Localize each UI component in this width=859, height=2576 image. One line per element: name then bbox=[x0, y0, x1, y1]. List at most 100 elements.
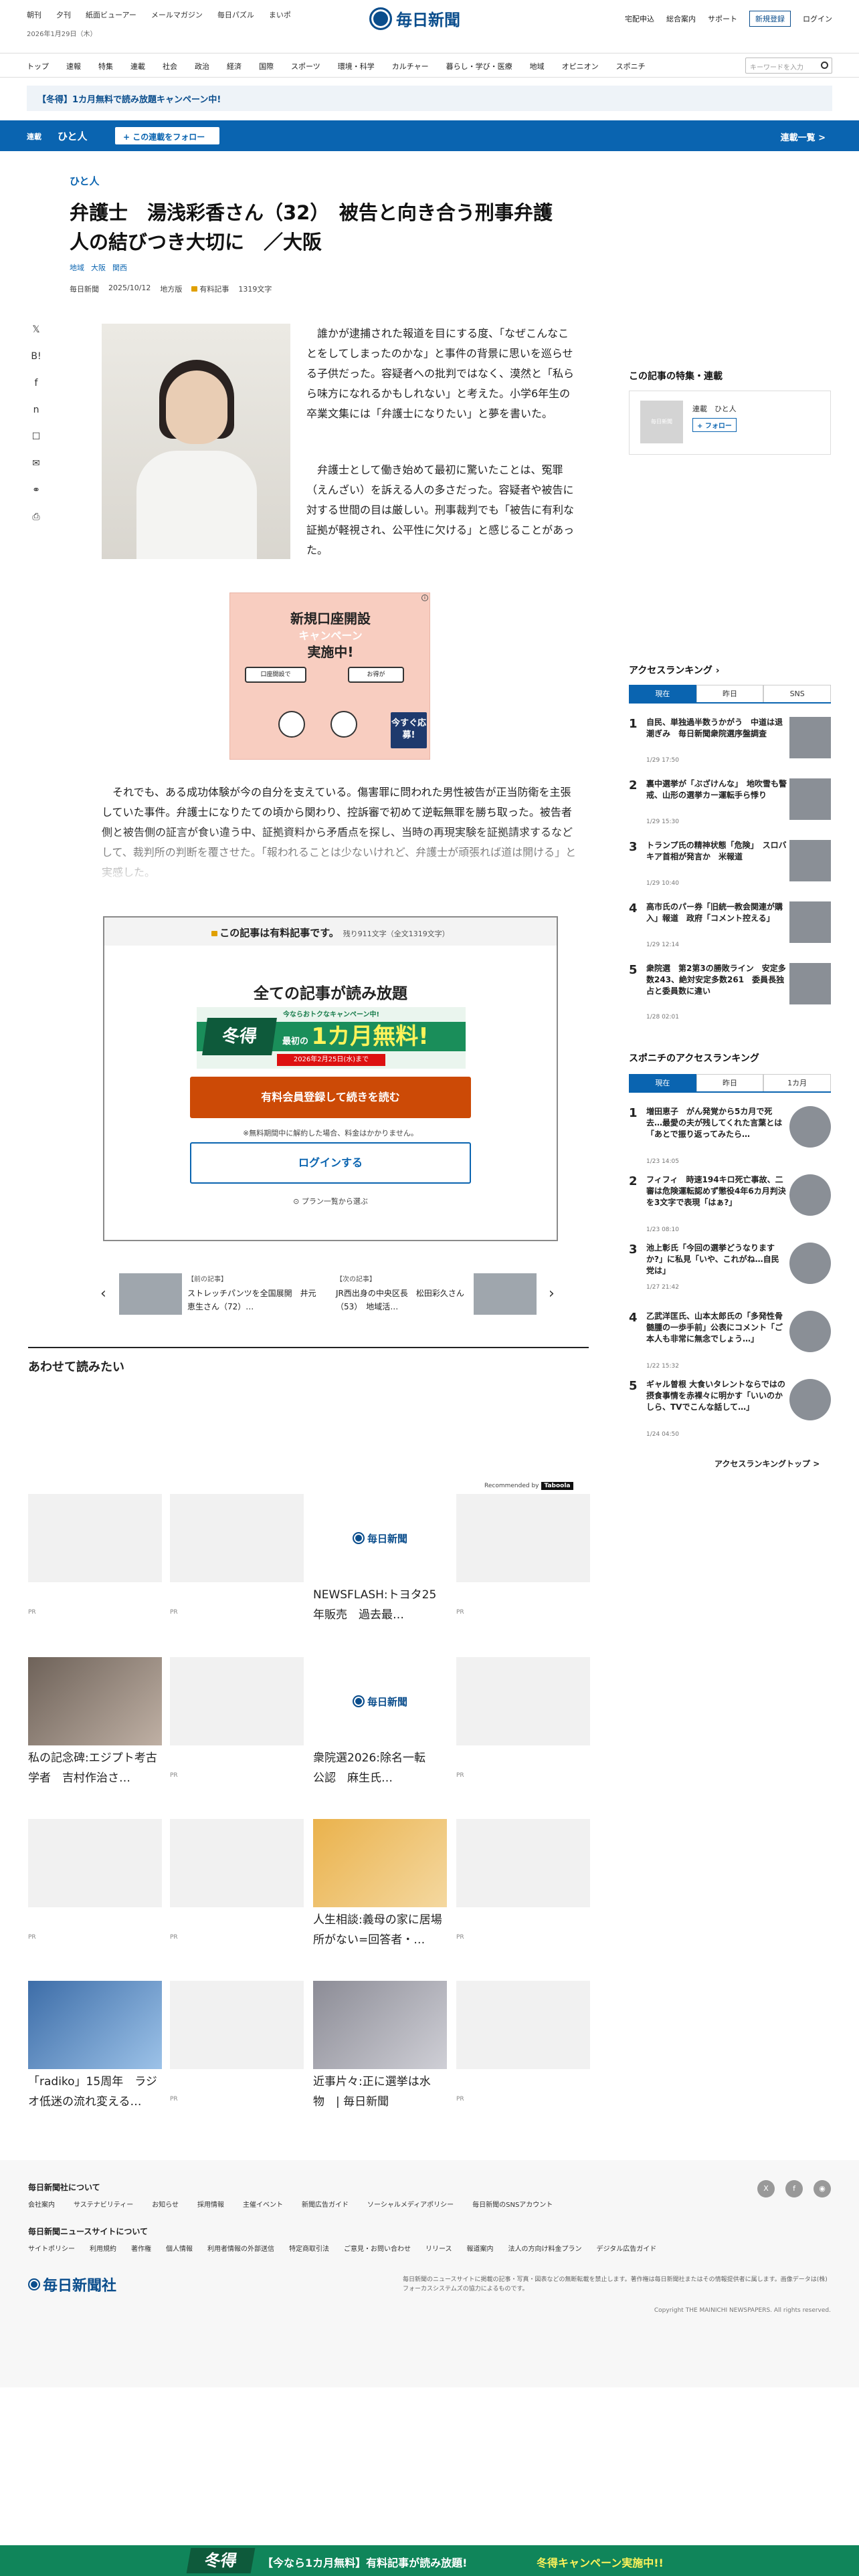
nav-item[interactable]: カルチャー bbox=[392, 61, 429, 72]
recommend-tile[interactable]: 私の記念碑:エジプト考古学者 吉村作治さ… bbox=[28, 1657, 162, 1788]
info-link[interactable]: 総合案内 bbox=[666, 13, 696, 24]
nav-item[interactable]: オピニオン bbox=[562, 61, 599, 72]
footer-link[interactable]: 採用情報 bbox=[197, 2199, 224, 2209]
footer-link[interactable]: 報道案内 bbox=[467, 2243, 494, 2253]
footer-link[interactable]: 毎日新聞のSNSアカウント bbox=[472, 2199, 553, 2209]
nav-item[interactable]: 速報 bbox=[66, 61, 81, 72]
recommend-tile[interactable]: PR bbox=[170, 1494, 304, 1616]
nav-item[interactable]: トップ bbox=[27, 61, 49, 72]
tab-month[interactable]: 1カ月 bbox=[763, 1074, 832, 1091]
recommend-tile[interactable]: 毎日新聞 衆院選2026:除名一転 公認 麻生氏… bbox=[313, 1657, 447, 1788]
ranking-item[interactable]: 3 トランプ氏の精神状態「危険」 スロバキア首相が発言か 米報道 1/29 10:4… bbox=[629, 840, 831, 893]
recommend-tile[interactable]: PR bbox=[28, 1819, 162, 1941]
sponichi-item[interactable]: 2 フィフィ 時速194キロ死亡事故、二審は危険運転認めず懲役4年6カ月判決を3文… bbox=[629, 1174, 831, 1233]
sponichi-item[interactable]: 3 池上彰氏「今回の選挙どうなりますか?」に私見「いや、これがね…自民党は」 1/2… bbox=[629, 1243, 831, 1296]
bookmark-icon[interactable]: ☐ bbox=[30, 431, 42, 443]
ranking-item[interactable]: 2 裏中選挙が「ぶざけんな」 地吹雪も警戒、山形の選挙カー運転手ら悸り 1/29 1… bbox=[629, 778, 831, 832]
tag-link[interactable]: 関西 bbox=[112, 262, 127, 273]
nav-item[interactable]: 特集 bbox=[98, 61, 113, 72]
series-name[interactable]: ひと人 bbox=[58, 129, 88, 143]
recommend-tile[interactable]: PR bbox=[170, 1981, 304, 2103]
footer-link[interactable]: サイトポリシー bbox=[28, 2243, 75, 2253]
sponichi-item[interactable]: 1 増田恵子 がん発覚から5カ月で死去…最愛の夫が残してくれた言葉とは「あとで振り… bbox=[629, 1106, 831, 1165]
note-share-icon[interactable]: n bbox=[30, 404, 42, 416]
footer-link[interactable]: 著作権 bbox=[131, 2243, 151, 2253]
hatena-share-icon[interactable]: B! bbox=[30, 350, 42, 362]
feature-follow-button[interactable]: + フォロー bbox=[692, 418, 737, 432]
tab-now[interactable]: 現在 bbox=[629, 685, 696, 702]
nav-item[interactable]: 国際 bbox=[259, 61, 274, 72]
recommend-tile[interactable]: PR bbox=[28, 1494, 162, 1616]
nav-item[interactable]: 暮らし・学び・医療 bbox=[446, 61, 512, 72]
nav-item[interactable]: 環境・科学 bbox=[338, 61, 375, 72]
ad-info-icon[interactable]: i bbox=[421, 595, 428, 601]
top-link[interactable]: 夕刊 bbox=[56, 9, 71, 20]
x-icon[interactable]: X bbox=[757, 2180, 775, 2197]
footer-link[interactable]: 利用者情報の外部送信 bbox=[207, 2243, 274, 2253]
top-link[interactable]: メールマガジン bbox=[151, 9, 203, 20]
ranking-top-link[interactable]: アクセスランキングトップ > bbox=[714, 1458, 820, 1469]
footer-link[interactable]: 利用規約 bbox=[90, 2243, 116, 2253]
nav-item[interactable]: 社会 bbox=[163, 61, 177, 72]
recommend-tile[interactable]: PR bbox=[456, 1819, 590, 1941]
tag-link[interactable]: 地域 bbox=[70, 262, 84, 273]
print-icon[interactable]: ⎙ bbox=[30, 511, 42, 523]
footer-link[interactable]: 特定商取引法 bbox=[289, 2243, 329, 2253]
site-logo[interactable]: 毎日新聞 bbox=[369, 7, 460, 30]
footer-link[interactable]: サステナビリティー bbox=[74, 2199, 133, 2209]
recommend-tile[interactable]: PR bbox=[456, 1657, 590, 1779]
recommend-tile[interactable]: PR bbox=[456, 1981, 590, 2103]
follow-series-button[interactable]: + この連載をフォロー bbox=[115, 127, 219, 144]
footer-link[interactable]: 法人の方向け料金プラン bbox=[508, 2243, 582, 2253]
article-kicker[interactable]: ひと人 bbox=[70, 174, 100, 188]
rss-icon[interactable]: ◉ bbox=[814, 2180, 831, 2197]
tab-yesterday[interactable]: 昨日 bbox=[696, 1074, 764, 1091]
paywall-login-button[interactable]: ログインする bbox=[190, 1142, 471, 1184]
footer-link[interactable]: デジタル広告ガイド bbox=[597, 2243, 657, 2253]
top-link[interactable]: 朝刊 bbox=[27, 9, 41, 20]
recommend-tile[interactable]: 「radiko」15周年 ラジオ低迷の流れ変える… bbox=[28, 1981, 162, 2112]
ranking-heading[interactable]: アクセスランキング › bbox=[629, 663, 831, 677]
recommend-tile[interactable]: PR bbox=[170, 1657, 304, 1779]
footer-link[interactable]: ソーシャルメディアポリシー bbox=[367, 2199, 454, 2209]
mail-icon[interactable]: ✉ bbox=[30, 457, 42, 469]
campaign-banner[interactable]: 【冬得】1カ月無料で読み放題キャンペーン中! bbox=[27, 86, 832, 111]
ranking-item[interactable]: 4 高市氏のパー券「旧統一教会関連が購入」報道 政府「コメント控える」 1/29 1… bbox=[629, 901, 831, 955]
bottom-campaign-bar[interactable]: 冬得 【今なら1カ月無料】有料記事が読み放題! 冬得キャンペーン実施中!! bbox=[0, 2545, 859, 2576]
top-link[interactable]: 毎日パズル bbox=[217, 9, 254, 20]
search-icon[interactable] bbox=[821, 62, 828, 69]
tag-link[interactable]: 大阪 bbox=[91, 262, 106, 273]
recommend-tile[interactable]: 近事片々:正に選挙は水物 | 毎日新聞 bbox=[313, 1981, 447, 2112]
login-link[interactable]: ログイン bbox=[803, 13, 832, 24]
chevron-right-icon[interactable]: › bbox=[549, 1285, 555, 1302]
register-button[interactable]: 新規登録 bbox=[749, 11, 791, 27]
footer-link[interactable]: 主催イベント bbox=[243, 2199, 283, 2209]
facebook-icon[interactable]: f bbox=[785, 2180, 803, 2197]
nav-item[interactable]: スポーツ bbox=[291, 61, 320, 72]
tab-now[interactable]: 現在 bbox=[629, 1074, 696, 1091]
recommend-tile[interactable]: PR bbox=[170, 1819, 304, 1941]
footer-link[interactable]: リリース bbox=[425, 2243, 452, 2253]
plan-list-link[interactable]: ⊙ プラン一覧から選ぶ bbox=[104, 1196, 557, 1206]
nav-item[interactable]: 政治 bbox=[195, 61, 209, 72]
sponichi-item[interactable]: 5 ギャル曽根 大食いタレントならではの摂食事情を赤裸々に明かす「いいのかしら、T… bbox=[629, 1379, 831, 1438]
x-share-icon[interactable]: 𝕏 bbox=[30, 324, 42, 336]
recommend-tile[interactable]: 人生相談:義母の家に居場所がない=回答者・… bbox=[313, 1819, 447, 1950]
next-article-link[interactable]: 【次の記事】 JR西出身の中央区長 松田彩久さん（53） 地域活… bbox=[336, 1273, 537, 1315]
top-link[interactable]: まいポ bbox=[269, 9, 291, 20]
footer-logo[interactable]: 毎日新聞社 bbox=[28, 2274, 116, 2295]
footer-link[interactable]: 新聞広告ガイド bbox=[302, 2199, 349, 2209]
support-link[interactable]: サポート bbox=[708, 13, 737, 24]
article-photo[interactable] bbox=[102, 324, 290, 559]
chevron-left-icon[interactable]: ‹ bbox=[100, 1285, 106, 1302]
footer-link[interactable]: ご意見・お問い合わせ bbox=[344, 2243, 411, 2253]
series-list-link[interactable]: 連載一覧 > bbox=[781, 130, 826, 143]
ranking-item[interactable]: 1 自民、単独過半数うかがう 中道は退潮ぎみ 毎日新聞衆院選序盤調査 1/29 17… bbox=[629, 717, 831, 770]
tab-sns[interactable]: SNS bbox=[763, 685, 832, 702]
recommend-tile[interactable]: 毎日新聞 NEWSFLASH:トヨタ25年販売 過去最… bbox=[313, 1494, 447, 1625]
feature-card[interactable]: 毎日新聞 連載 ひと人 + フォロー bbox=[629, 391, 831, 455]
search-input[interactable]: キーワードを入力 bbox=[745, 58, 832, 74]
recommended-by[interactable]: Recommended by Taboola bbox=[484, 1482, 573, 1490]
nav-item[interactable]: 経済 bbox=[227, 61, 242, 72]
footer-link[interactable]: お知らせ bbox=[152, 2199, 179, 2209]
